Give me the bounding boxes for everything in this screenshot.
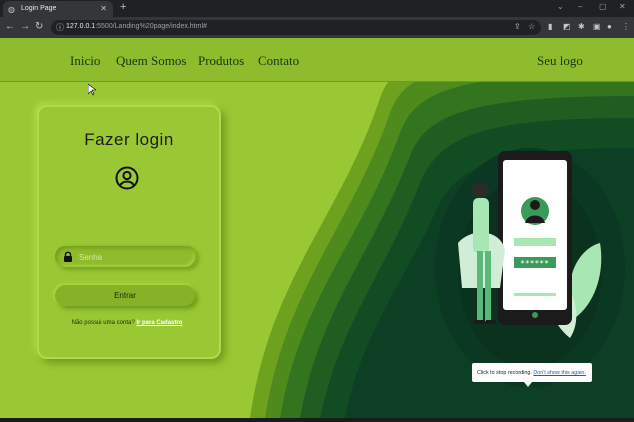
forward-icon[interactable]: → (20, 21, 30, 32)
address-bar[interactable]: ⓘ 127.0.0.1:5500/Landing%20page/index.ht… (51, 20, 541, 35)
sidepanel-icon[interactable]: ▣ (593, 22, 601, 31)
share-icon[interactable]: ⇪ (514, 22, 521, 31)
recording-popup: Click to stop recording. Don't show this… (472, 363, 592, 387)
landing-page: ****** Inicio Quem Somos Produtos Contat… (0, 38, 634, 418)
nav-link-quem-somos[interactable]: Quem Somos (116, 53, 186, 69)
password-input[interactable] (77, 249, 191, 266)
popup-arrow (524, 382, 532, 387)
close-window-icon[interactable]: ✕ (619, 2, 626, 11)
dont-show-again-link[interactable]: Don't show this again. (533, 370, 586, 376)
url-text: 127.0.0.1:5500/Landing%20page/index.html… (66, 23, 207, 30)
taskbar-strip (0, 418, 634, 422)
browser-toolbar: ← → ↻ ⓘ 127.0.0.1:5500/Landing%20page/in… (0, 17, 634, 38)
puzzle-icon[interactable]: ✱ (578, 22, 585, 31)
recorder-extension-icon[interactable]: ◩ (563, 22, 571, 31)
mouse-cursor (88, 84, 96, 96)
bookmark-star-icon[interactable]: ☆ (528, 22, 535, 31)
nav-link-inicio[interactable]: Inicio (70, 53, 100, 69)
tab-search-icon[interactable]: ⌄ (557, 2, 564, 11)
reload-icon[interactable]: ↻ (35, 21, 43, 32)
maximize-icon[interactable]: ▢ (599, 2, 607, 11)
phone-password-mask: ****** (520, 259, 549, 268)
site-header: Inicio Quem Somos Produtos Contato Seu l… (0, 38, 634, 82)
password-field[interactable] (55, 246, 195, 267)
recording-message: Click to stop recording. (477, 370, 532, 376)
login-title: Fazer login (84, 130, 174, 149)
close-tab-icon[interactable]: ✕ (100, 4, 107, 13)
nav-link-produtos[interactable]: Produtos (198, 53, 244, 69)
menu-icon[interactable]: ⋮ (622, 22, 630, 31)
nav-link-contato[interactable]: Contato (258, 53, 299, 69)
lock-icon (64, 251, 72, 262)
browser-tab[interactable]: ◍ Login Page ✕ (3, 1, 113, 17)
new-tab-button[interactable]: + (120, 1, 126, 13)
extension-icon[interactable]: ▮ (548, 22, 552, 31)
back-icon[interactable]: ← (5, 21, 15, 32)
signup-prompt: Não possui uma conta? (71, 320, 135, 326)
site-logo[interactable]: Seu logo (537, 53, 583, 69)
tab-title: Login Page (21, 5, 57, 12)
signup-line: Não possui uma conta? Ir para Cadastro (37, 320, 217, 326)
globe-icon: ◍ (8, 5, 15, 14)
login-button[interactable]: Entrar (55, 285, 195, 306)
browser-titlebar: ◍ Login Page ✕ + ⌄ – ▢ ✕ (0, 0, 634, 17)
user-circle-icon (115, 166, 139, 190)
profile-icon[interactable]: ● (607, 22, 612, 31)
info-icon[interactable]: ⓘ (56, 22, 64, 33)
minimize-icon[interactable]: – (578, 2, 582, 11)
signup-link[interactable]: Ir para Cadastro (136, 320, 182, 326)
